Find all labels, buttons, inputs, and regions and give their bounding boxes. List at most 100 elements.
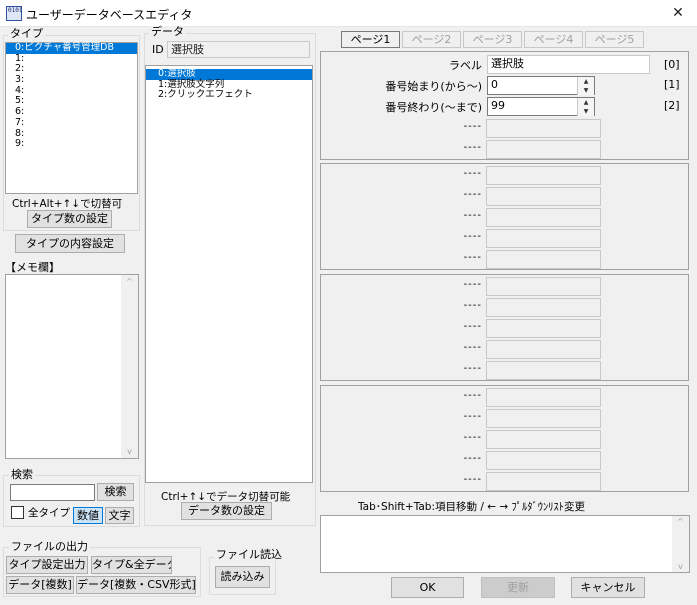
memo-title: 【メモ欄】 [5, 261, 60, 274]
search-input[interactable] [10, 484, 95, 501]
dash-label: ---- [463, 231, 482, 242]
dash-label: ---- [463, 474, 482, 485]
empty-field [486, 451, 601, 470]
scroll-up-icon[interactable]: ^ [121, 277, 138, 286]
type-content-button[interactable]: タイプの内容設定 [15, 234, 125, 253]
type-list[interactable]: 0:ピクチャ番号管理DB 1: 2: 3: 4: 5: 6: 7: 8: 9: [5, 42, 138, 194]
type-list-item[interactable]: 1: [6, 53, 137, 65]
ok-button[interactable]: OK [391, 577, 464, 598]
type-list-item[interactable]: 8: [6, 128, 137, 140]
dash-label: ---- [463, 142, 482, 153]
empty-field [486, 430, 601, 449]
tab-page-5[interactable]: ページ5 [585, 31, 644, 48]
database-editor-window: 0101 ユーザーデータベースエディタ ✕ タイプ 0:ピクチャ番号管理DB 1:… [0, 0, 697, 605]
close-icon[interactable]: ✕ [659, 0, 697, 26]
empty-field [486, 298, 601, 317]
dash-label: ---- [463, 342, 482, 353]
type-list-item[interactable]: 9: [6, 138, 137, 150]
navigation-hint: Tab･Shift+Tab:項目移動 / ← → ﾌﾟﾙﾀﾞｳﾝﾘｽﾄ変更 [358, 501, 585, 513]
tab-page-1[interactable]: ページ1 [341, 31, 400, 48]
empty-field [486, 229, 601, 248]
data-count-button[interactable]: データ数の設定 [181, 502, 272, 520]
empty-field [486, 166, 601, 185]
all-types-checkbox[interactable] [11, 506, 24, 519]
export-data-csv-button[interactable]: データ[複数・CSV形式] [76, 576, 196, 594]
field-label-2: 番号終わり(～まで) [385, 101, 482, 114]
field-label-1: 番号始まり(から～) [385, 80, 482, 93]
scroll-up-icon[interactable]: ^ [672, 517, 689, 526]
type-list-item[interactable]: 6: [6, 106, 137, 118]
data-group-title: データ [149, 25, 186, 38]
empty-field [486, 388, 601, 407]
empty-field [486, 472, 601, 491]
file-input-title: ファイル読込 [214, 548, 284, 561]
update-button[interactable]: 更新 [481, 577, 555, 598]
data-list-item[interactable]: 2:クリックエフェクト [146, 90, 312, 101]
scroll-down-icon[interactable]: v [672, 562, 689, 571]
id-label: ID [152, 43, 164, 56]
type-list-item[interactable]: 2: [6, 64, 137, 75]
type-group-title: タイプ [8, 27, 45, 40]
empty-field [486, 340, 601, 359]
start-number-spinner[interactable]: ▲ ▼ [577, 77, 594, 95]
export-data-multiple-button[interactable]: データ[複数] [6, 576, 74, 594]
tab-page-4[interactable]: ページ4 [524, 31, 583, 48]
spin-up-icon[interactable]: ▲ [578, 98, 594, 107]
type-list-item[interactable]: 7: [6, 117, 137, 129]
export-type-all-data-button[interactable]: タイプ&全データ [91, 556, 172, 574]
label-input[interactable]: 選択肢 [487, 55, 650, 74]
dash-label: ---- [463, 453, 482, 464]
type-list-item[interactable]: 4: [6, 85, 137, 97]
type-list-item[interactable]: 0:ピクチャ番号管理DB [6, 42, 137, 54]
search-mode-number[interactable]: 数値 [73, 507, 103, 524]
dash-label: ---- [463, 168, 482, 179]
description-scrollbar[interactable]: ^ v [672, 516, 689, 572]
field-label-0: ラベル [449, 59, 482, 72]
type-list-item[interactable]: 3: [6, 74, 137, 86]
empty-field [486, 319, 601, 338]
end-number-spinner[interactable]: ▲ ▼ [577, 98, 594, 116]
export-type-settings-button[interactable]: タイプ設定出力 [6, 556, 88, 574]
all-types-label: 全タイプ [28, 507, 70, 519]
scroll-down-icon[interactable]: v [121, 447, 138, 456]
field-index-0: [0] [664, 58, 680, 71]
dash-label: ---- [463, 279, 482, 290]
tab-page-2[interactable]: ページ2 [402, 31, 461, 48]
search-mode-text[interactable]: 文字 [105, 507, 134, 524]
file-output-title: ファイルの出力 [9, 540, 90, 553]
spin-down-icon[interactable]: ▼ [578, 86, 594, 95]
dash-label: ---- [463, 210, 482, 221]
memo-textarea[interactable]: ^ v [5, 274, 139, 459]
dash-label: ---- [463, 432, 482, 443]
dash-label: ---- [463, 390, 482, 401]
field-index-1: [1] [664, 78, 680, 91]
empty-field [486, 409, 601, 428]
dash-label: ---- [463, 189, 482, 200]
empty-field [486, 140, 601, 159]
memo-scrollbar[interactable]: ^ v [121, 275, 138, 458]
tab-page-3[interactable]: ページ3 [463, 31, 522, 48]
load-file-button[interactable]: 読み込み [215, 566, 270, 588]
description-textarea[interactable]: ^ v [320, 515, 690, 573]
data-list[interactable]: 0:選択肢 1:選択肢文字列 2:クリックエフェクト [145, 65, 313, 483]
dash-label: ---- [463, 121, 482, 132]
empty-field [486, 119, 601, 138]
window-title: ユーザーデータベースエディタ [26, 8, 193, 22]
dash-label: ---- [463, 300, 482, 311]
data-id-field: 選択肢 [167, 41, 310, 58]
cancel-button[interactable]: キャンセル [571, 577, 645, 598]
dash-label: ---- [463, 252, 482, 263]
title-bar: 0101 ユーザーデータベースエディタ ✕ [0, 0, 697, 27]
search-button[interactable]: 検索 [97, 483, 134, 501]
field-index-2: [2] [664, 99, 680, 112]
spin-down-icon[interactable]: ▼ [578, 107, 594, 116]
type-switch-hint: Ctrl+Alt+↑↓で切替可 [12, 198, 123, 210]
dash-label: ---- [463, 411, 482, 422]
spin-up-icon[interactable]: ▲ [578, 77, 594, 86]
empty-field [486, 208, 601, 227]
dash-label: ---- [463, 363, 482, 374]
empty-field [486, 250, 601, 269]
type-list-item[interactable]: 5: [6, 96, 137, 107]
empty-field [486, 187, 601, 206]
type-count-button[interactable]: タイプ数の設定 [27, 210, 112, 228]
